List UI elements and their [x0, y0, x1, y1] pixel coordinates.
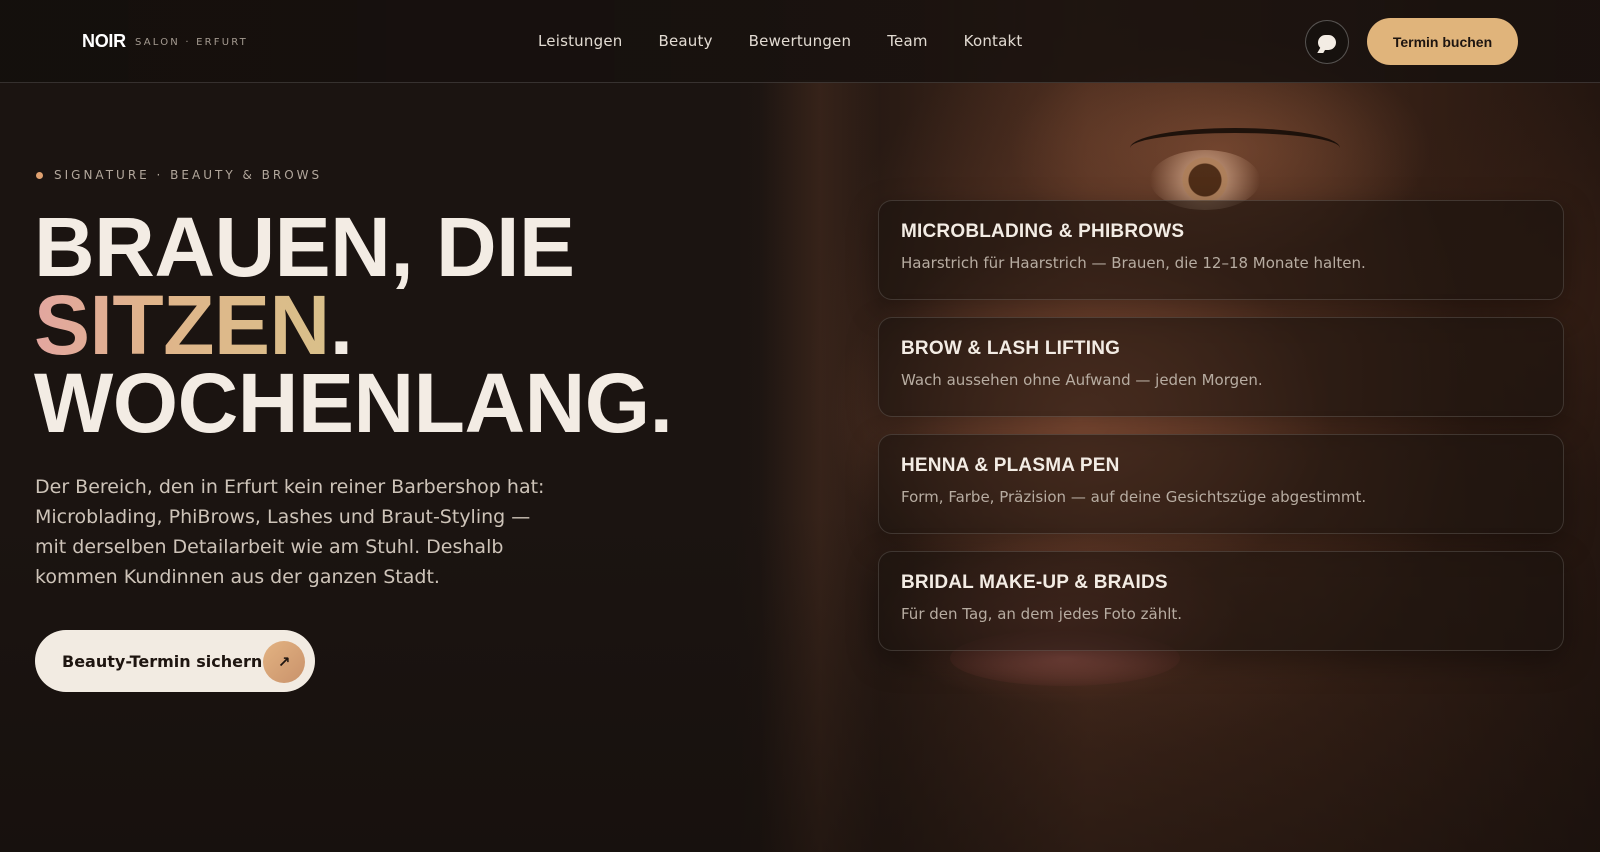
chat-bubble-icon	[1318, 34, 1336, 50]
service-card-henna[interactable]: HENNA & PLASMA PEN Form, Farbe, Präzisio…	[878, 434, 1564, 534]
service-desc: Haarstrich für Haarstrich — Brauen, die …	[901, 254, 1366, 272]
service-title: HENNA & PLASMA PEN	[901, 455, 1120, 476]
eyebrow: SIGNATURE · BEAUTY & BROWS	[36, 168, 322, 182]
service-desc: Wach aussehen ohne Aufwand — jeden Morge…	[901, 371, 1263, 389]
hero-headline: BRAUEN, DIE SITZEN. WOCHENLANG.	[34, 205, 673, 445]
hero-lead: Der Bereich, den in Erfurt kein reiner B…	[35, 476, 545, 588]
top-nav: NOIR SALON · ERFURT Leistungen Beauty Be…	[0, 0, 1600, 83]
service-card-bridal[interactable]: BRIDAL MAKE-UP & BRAIDS Für den Tag, an …	[878, 551, 1564, 651]
service-title: MICROBLADING & PHIBROWS	[901, 221, 1185, 242]
nav-link-kontakt[interactable]: Kontakt	[964, 32, 1023, 50]
service-title: BROW & LASH LIFTING	[901, 338, 1121, 359]
nav-link-team[interactable]: Team	[887, 32, 927, 50]
logo-subtitle: SALON · ERFURT	[135, 37, 248, 48]
service-desc: Form, Farbe, Präzision — auf deine Gesic…	[901, 488, 1367, 506]
logo[interactable]: NOIR	[82, 31, 126, 52]
arrow-up-right-icon: ↗	[263, 641, 305, 683]
photo-lashes	[1130, 128, 1340, 168]
service-desc: Für den Tag, an dem jedes Foto zählt.	[901, 605, 1183, 623]
nav-links: Leistungen Beauty Bewertungen Team Konta…	[538, 32, 1022, 50]
book-appointment-button[interactable]: Termin buchen	[1367, 18, 1518, 65]
cta-label: Beauty-Termin sichern	[62, 651, 263, 671]
service-title: BRIDAL MAKE-UP & BRAIDS	[901, 572, 1168, 593]
nav-link-beauty[interactable]: Beauty	[658, 32, 712, 50]
eyebrow-text: SIGNATURE · BEAUTY & BROWS	[54, 168, 323, 182]
nav-link-bewertungen[interactable]: Bewertungen	[749, 32, 852, 50]
beauty-appointment-button[interactable]: Beauty-Termin sichern ↗	[35, 630, 315, 692]
dot-icon	[36, 171, 43, 179]
chat-button[interactable]	[1305, 20, 1349, 64]
headline-line-3: WOCHENLANG.	[34, 356, 673, 450]
service-card-microblading[interactable]: MICROBLADING & PHIBROWS Haarstrich für H…	[878, 200, 1564, 300]
nav-link-leistungen[interactable]: Leistungen	[538, 32, 622, 50]
service-card-lash-lifting[interactable]: BROW & LASH LIFTING Wach aussehen ohne A…	[878, 317, 1564, 417]
